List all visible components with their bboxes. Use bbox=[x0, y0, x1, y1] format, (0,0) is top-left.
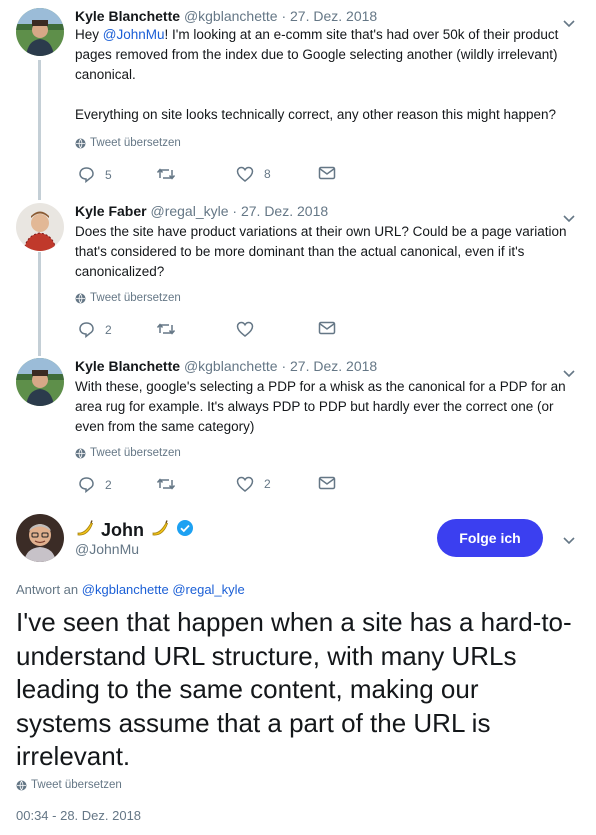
reply-count: 2 bbox=[105, 477, 112, 492]
tweet-date[interactable]: 27. Dez. 2018 bbox=[290, 358, 377, 374]
banana-icon bbox=[75, 518, 95, 543]
author-handle[interactable]: @regal_kyle bbox=[150, 203, 228, 219]
mention-link[interactable]: @JohnMu bbox=[103, 27, 165, 42]
author-name[interactable]: John bbox=[101, 520, 144, 541]
dm-icon bbox=[318, 476, 336, 490]
reply-icon bbox=[79, 167, 94, 183]
verified-icon bbox=[176, 519, 194, 542]
retweet-icon bbox=[156, 168, 176, 180]
like-icon bbox=[236, 166, 254, 182]
author-handle[interactable]: @JohnMu bbox=[75, 541, 139, 557]
tweet-text: Hey @JohnMu! I'm looking at an e-comm si… bbox=[75, 27, 559, 82]
retweet-icon bbox=[156, 478, 176, 490]
tweet-date[interactable]: 27. Dez. 2018 bbox=[241, 203, 328, 219]
tweet-header: Kyle Blanchette @kgblanchette · 27. Dez.… bbox=[75, 8, 378, 24]
retweet-button[interactable] bbox=[156, 476, 186, 492]
reply-icon bbox=[79, 477, 94, 493]
dm-icon bbox=[318, 321, 336, 335]
chevron-down-icon[interactable] bbox=[562, 533, 576, 551]
globe-icon bbox=[75, 293, 86, 303]
avatar[interactable] bbox=[16, 8, 64, 56]
tweet-actions: 5 8 bbox=[78, 166, 378, 186]
avatar[interactable] bbox=[16, 514, 64, 562]
reply-button[interactable]: 2 bbox=[78, 476, 112, 493]
banana-icon bbox=[150, 518, 170, 543]
like-count: 2 bbox=[264, 477, 271, 491]
like-icon bbox=[236, 476, 254, 492]
main-tweet-text: I've seen that happen when a site has a … bbox=[16, 607, 572, 771]
author-handle[interactable]: @kgblanchette bbox=[184, 8, 278, 24]
avatar[interactable] bbox=[16, 203, 64, 251]
reply-to: Antwort an @kgblanchette @regal_kyle bbox=[16, 582, 245, 597]
follow-button[interactable]: Folge ich bbox=[437, 519, 543, 557]
reply-icon bbox=[79, 322, 94, 338]
retweet-button[interactable] bbox=[156, 166, 186, 182]
tweet-actions: 2 2 bbox=[78, 476, 378, 496]
tweet-header: Kyle Faber @regal_kyle · 27. Dez. 2018 bbox=[75, 203, 329, 219]
like-count: 8 bbox=[264, 167, 271, 181]
translate-link[interactable]: Tweet übersetzen bbox=[75, 137, 181, 149]
tweet-text: With these, google's selecting a PDP for… bbox=[75, 379, 566, 434]
translate-link[interactable]: Tweet übersetzen bbox=[75, 447, 181, 459]
retweet-icon bbox=[156, 323, 176, 335]
mention-link[interactable]: @kgblanchette bbox=[82, 582, 169, 597]
dm-button[interactable] bbox=[318, 476, 336, 490]
dm-button[interactable] bbox=[318, 166, 336, 180]
like-icon bbox=[236, 321, 254, 337]
tweet-text: Does the site have product variations at… bbox=[75, 224, 567, 279]
dm-button[interactable] bbox=[318, 321, 336, 335]
like-button[interactable]: 8 bbox=[236, 166, 271, 182]
like-button[interactable] bbox=[236, 321, 264, 337]
author-name[interactable]: Kyle Blanchette bbox=[75, 358, 180, 374]
avatar[interactable] bbox=[16, 358, 64, 406]
globe-icon bbox=[16, 780, 27, 790]
translate-link[interactable]: Tweet übersetzen bbox=[16, 779, 122, 791]
tweet-header: Kyle Blanchette @kgblanchette · 27. Dez.… bbox=[75, 358, 378, 374]
thread-line bbox=[38, 252, 41, 356]
reply-button[interactable]: 5 bbox=[78, 166, 112, 183]
globe-icon bbox=[75, 138, 86, 148]
author-name[interactable]: Kyle Faber bbox=[75, 203, 147, 219]
globe-icon bbox=[75, 448, 86, 458]
thread-line bbox=[38, 60, 41, 200]
tweet-timestamp[interactable]: 00:34 - 28. Dez. 2018 bbox=[16, 808, 141, 823]
dm-icon bbox=[318, 166, 336, 180]
tweet-actions: 2 bbox=[78, 321, 378, 341]
translate-link[interactable]: Tweet übersetzen bbox=[75, 292, 181, 304]
tweet-text-paragraph-2: Everything on site looks technically cor… bbox=[75, 107, 557, 122]
like-button[interactable]: 2 bbox=[236, 476, 271, 492]
retweet-button[interactable] bbox=[156, 321, 186, 337]
author-name[interactable]: Kyle Blanchette bbox=[75, 8, 180, 24]
reply-button[interactable]: 2 bbox=[78, 321, 112, 338]
tweet-date[interactable]: 27. Dez. 2018 bbox=[290, 8, 377, 24]
reply-count: 2 bbox=[105, 322, 112, 337]
reply-count: 5 bbox=[105, 167, 112, 182]
author-handle[interactable]: @kgblanchette bbox=[184, 358, 278, 374]
mention-link[interactable]: @regal_kyle bbox=[172, 582, 244, 597]
main-author: John bbox=[75, 518, 194, 543]
